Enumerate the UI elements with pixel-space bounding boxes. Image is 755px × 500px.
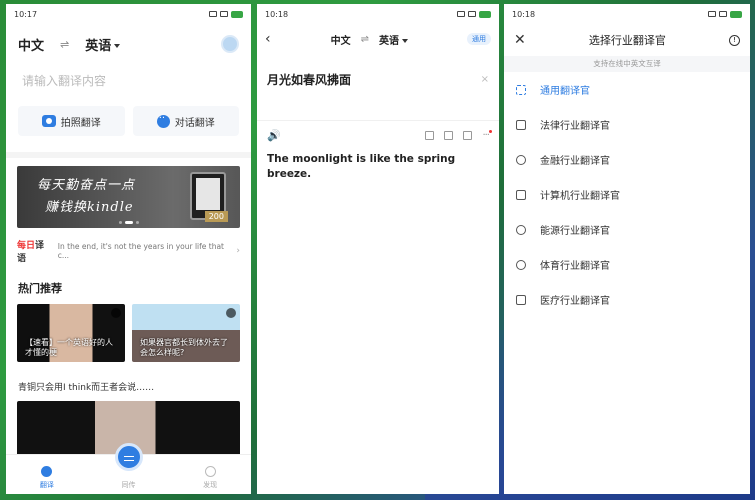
industry-item-computer[interactable]: 计算机行业翻译官	[504, 177, 750, 212]
banner-price: 200	[204, 211, 228, 222]
dialog-translate-button[interactable]: 对话翻译	[132, 106, 239, 136]
banner-line2: 赚钱换kindle	[45, 200, 134, 215]
video-card-2[interactable]: 如果器官都长到体外去了会怎么样呢?	[132, 304, 240, 362]
source-text-area[interactable]: 月光如春风拂面 ×	[257, 54, 499, 94]
source-text: 月光如春风拂面	[267, 72, 352, 87]
grid-icon	[516, 84, 526, 95]
fullscreen-icon[interactable]	[444, 131, 454, 140]
coin-icon	[516, 154, 526, 165]
info-icon[interactable]: !	[729, 34, 740, 46]
signal-icon	[209, 11, 217, 17]
industry-subtitle: 支持在线中英文互译	[504, 56, 750, 72]
translate-input[interactable]: 请输入翻译内容	[6, 64, 251, 94]
hot-title: 热门推荐	[18, 282, 62, 295]
chevron-down-icon	[402, 38, 408, 43]
status-bar: 10:18	[257, 4, 499, 24]
industry-item-finance[interactable]: 金融行业翻译官	[504, 142, 750, 177]
photo-translate-button[interactable]: 拍照翻译	[18, 106, 125, 136]
industry-header: ✕ 选择行业翻译官 !	[504, 24, 750, 56]
chat-icon	[156, 113, 170, 128]
industry-translator-screen: 10:18 ✕ 选择行业翻译官 ! 支持在线中英文互译 通用翻译官 法律行业翻译…	[504, 4, 750, 494]
status-time: 10:18	[512, 9, 536, 19]
chevron-down-icon	[114, 44, 121, 48]
industry-item-energy[interactable]: 能源行业翻译官	[504, 212, 750, 247]
source-language[interactable]: 中文	[18, 35, 44, 54]
swap-language-icon[interactable]: ⇌	[60, 38, 69, 51]
signal-icon	[708, 11, 716, 17]
swap-language-icon[interactable]: ⇌	[361, 34, 369, 45]
play-icon	[111, 308, 121, 318]
battery-icon	[479, 10, 491, 18]
promo-banner[interactable]: 每天勤奋点一点 赚钱换kindle 200	[17, 166, 240, 228]
battery-icon	[231, 10, 243, 18]
drop-icon	[516, 224, 526, 235]
share-icon[interactable]	[463, 131, 473, 140]
runner-icon	[516, 259, 526, 270]
back-icon[interactable]: ‹	[265, 31, 271, 47]
battery-icon	[730, 10, 742, 18]
play-icon	[226, 308, 236, 318]
industry-item-general[interactable]: 通用翻译官	[504, 72, 750, 107]
translation-result: The moonlight is like the spring breeze.	[267, 153, 456, 180]
compass-icon	[204, 466, 216, 477]
language-bar: 中文 ⇌ 英语	[6, 24, 251, 64]
industry-list: 通用翻译官 法律行业翻译官 金融行业翻译官 计算机行业翻译官 能源行业翻译官 体…	[504, 72, 750, 317]
video-caption: 如果器官都长到体外去了会怎么样呢?	[140, 338, 228, 357]
camera-icon	[41, 115, 56, 127]
source-language[interactable]: 中文	[331, 32, 351, 47]
wifi-icon	[719, 11, 727, 17]
status-bar: 10:18	[504, 4, 750, 24]
daily-quote[interactable]: 每日译语 In the end, it's not the years in y…	[6, 228, 251, 264]
carousel-dots	[118, 221, 139, 224]
result-toolbar: 🔊 ···	[257, 120, 499, 142]
medkit-icon	[516, 294, 526, 305]
avatar[interactable]	[221, 35, 239, 53]
tab-translate[interactable]: 翻译	[6, 455, 88, 494]
domain-chip[interactable]: 通用	[467, 33, 491, 45]
status-time: 10:17	[14, 9, 38, 19]
status-bar: 10:17	[6, 4, 251, 24]
translation-header: ‹ 中文 ⇌ 英语 通用	[257, 24, 499, 54]
tab-simultaneous[interactable]: 同传	[88, 443, 170, 494]
gavel-icon	[516, 119, 526, 130]
close-icon[interactable]: ✕	[514, 32, 526, 48]
wifi-icon	[468, 11, 476, 17]
signal-icon	[457, 11, 465, 17]
wifi-icon	[220, 11, 228, 17]
feed-title[interactable]: 青铜只会用I think而王者会说……	[6, 362, 251, 401]
status-time: 10:18	[265, 9, 289, 19]
microphone-icon[interactable]	[114, 443, 143, 471]
divider	[6, 152, 251, 158]
industry-item-medical[interactable]: 医疗行业翻译官	[504, 282, 750, 317]
copy-icon[interactable]	[425, 131, 435, 140]
chevron-right-icon: ›	[236, 246, 240, 256]
page-title: 选择行业翻译官	[588, 34, 666, 47]
translate-icon	[41, 466, 53, 477]
speaker-icon[interactable]: 🔊	[267, 129, 281, 142]
video-caption: 【速看】一个英语好的人才懂的梗	[25, 338, 113, 357]
translation-screen: 10:18 ‹ 中文 ⇌ 英语 通用 月光如春风拂面 × 🔊 ··· The m…	[257, 4, 499, 494]
daily-quote-text: In the end, it's not the years in your l…	[57, 242, 224, 260]
tab-bar: 翻译 同传 发现	[6, 443, 251, 494]
clear-icon[interactable]: ×	[481, 74, 489, 85]
banner-line1: 每天勤奋点一点	[37, 178, 136, 193]
home-screen: 10:17 中文 ⇌ 英语 请输入翻译内容 拍照翻译 对话翻译 每天勤奋点一点 …	[6, 4, 251, 494]
video-card-1[interactable]: 【速看】一个英语好的人才懂的梗	[17, 304, 125, 362]
industry-item-law[interactable]: 法律行业翻译官	[504, 107, 750, 142]
tab-discover[interactable]: 发现	[169, 455, 251, 494]
watermark: 知乎 @李天浩	[622, 458, 737, 478]
monitor-icon	[516, 189, 526, 200]
industry-item-sports[interactable]: 体育行业翻译官	[504, 247, 750, 282]
target-language[interactable]: 英语	[379, 32, 408, 47]
target-language[interactable]: 英语	[85, 35, 121, 54]
more-icon[interactable]: ···	[482, 130, 492, 141]
